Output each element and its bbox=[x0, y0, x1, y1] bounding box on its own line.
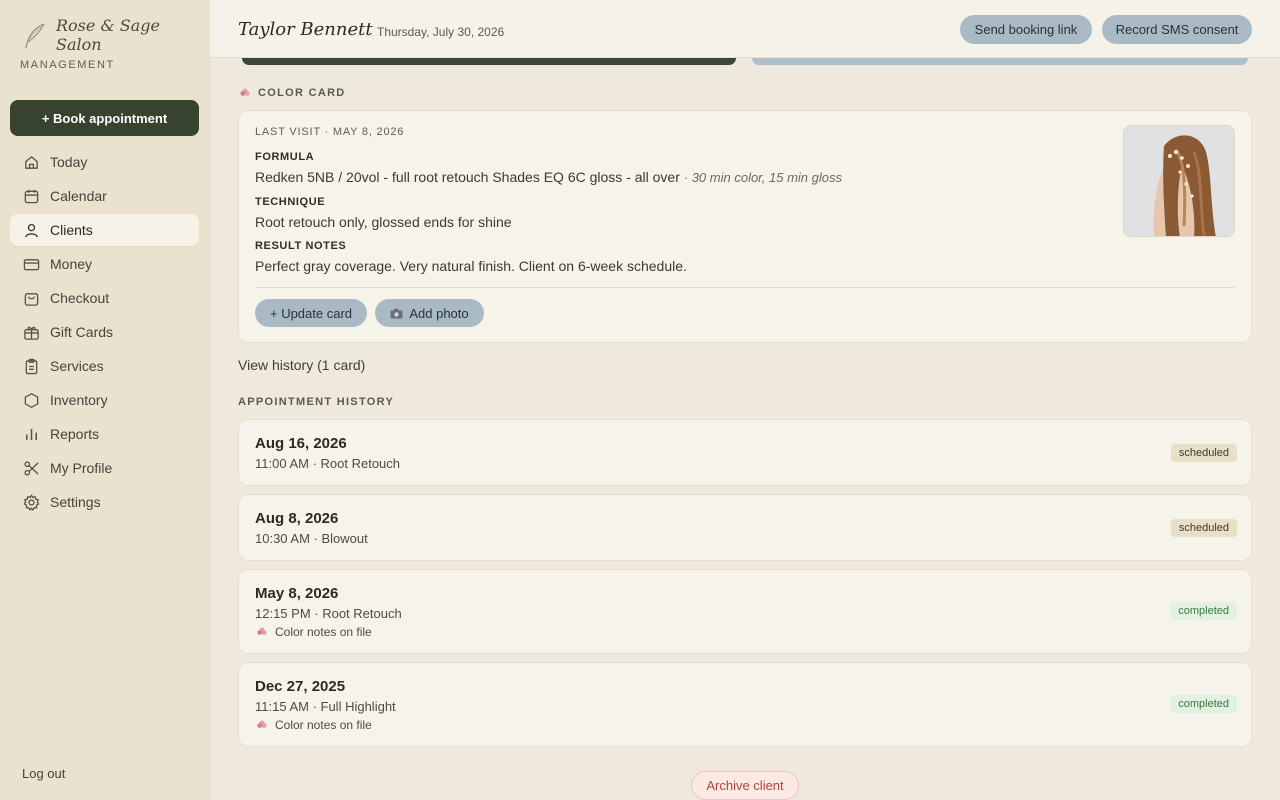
add-photo-button[interactable]: Add photo bbox=[375, 299, 484, 327]
color-notes-label: Color notes on file bbox=[275, 625, 372, 639]
formula-heading: FORMULA bbox=[255, 151, 315, 163]
color-notes-indicator: Color notes on file bbox=[255, 625, 372, 639]
current-date: Thursday, July 30, 2026 bbox=[377, 25, 505, 39]
page-title: Taylor Bennett bbox=[238, 19, 373, 40]
sidebar-item-clients[interactable]: Clients bbox=[10, 214, 199, 246]
logout-link[interactable]: Log out bbox=[22, 766, 65, 781]
send-booking-link-button[interactable]: Send booking link bbox=[960, 15, 1092, 44]
sidebar-item-label: Today bbox=[50, 154, 88, 170]
sidebar-item-settings[interactable]: Settings bbox=[10, 486, 199, 518]
scissors-icon bbox=[22, 459, 40, 477]
sidebar-item-label: Money bbox=[50, 256, 93, 272]
sidebar-item-inventory[interactable]: Inventory bbox=[10, 384, 199, 416]
book-appointment-button[interactable]: + Book appointment bbox=[10, 100, 199, 136]
list-item[interactable]: Dec 27, 2025 11:15 AM · Full Highlight C… bbox=[238, 662, 1252, 747]
color-card-section-title: COLOR CARD bbox=[258, 87, 346, 99]
appointment-date: Dec 27, 2025 bbox=[255, 678, 346, 695]
sidebar-item-calendar[interactable]: Calendar bbox=[10, 180, 199, 212]
status-badge: scheduled bbox=[1170, 519, 1237, 537]
appointment-date: Aug 8, 2026 bbox=[255, 510, 339, 527]
appointment-detail: 11:15 AM · Full Highlight bbox=[255, 699, 396, 714]
view-history-link[interactable]: View history (1 card) bbox=[238, 357, 365, 373]
flower-icon bbox=[257, 720, 267, 728]
sidebar-item-money[interactable]: Money bbox=[10, 248, 199, 280]
sidebar-item-my-profile[interactable]: My Profile bbox=[10, 452, 199, 484]
sidebar-item-reports[interactable]: Reports bbox=[10, 418, 199, 450]
sidebar-item-services[interactable]: Services bbox=[10, 350, 199, 382]
calendar-icon bbox=[22, 187, 40, 205]
archive-client-button[interactable]: Archive client bbox=[691, 771, 799, 800]
appointment-date: May 8, 2026 bbox=[255, 585, 339, 602]
color-notes-label: Color notes on file bbox=[275, 718, 372, 732]
page-header: Taylor Bennett Thursday, July 30, 2026 S… bbox=[210, 0, 1280, 58]
sidebar-item-label: Reports bbox=[50, 426, 100, 442]
result-notes-heading: RESULT NOTES bbox=[255, 240, 347, 252]
formula-value: Redken 5NB / 20vol - full root retouch S… bbox=[255, 169, 842, 185]
status-badge: scheduled bbox=[1170, 444, 1237, 462]
appointment-date: Aug 16, 2026 bbox=[255, 435, 347, 452]
sidebar-item-gift-cards[interactable]: Gift Cards bbox=[10, 316, 199, 348]
sidebar-item-label: Services bbox=[50, 358, 104, 374]
box-icon bbox=[22, 391, 40, 409]
sidebar-item-checkout[interactable]: Checkout bbox=[10, 282, 199, 314]
clipboard-icon bbox=[22, 357, 40, 375]
color-card: LAST VISIT · MAY 8, 2026 FORMULA Redken … bbox=[238, 110, 1252, 343]
brand-subtitle: MANAGEMENT bbox=[20, 59, 115, 71]
technique-value: Root retouch only, glossed ends for shin… bbox=[255, 214, 512, 230]
last-visit: LAST VISIT · MAY 8, 2026 bbox=[255, 126, 405, 138]
bag-icon bbox=[22, 289, 40, 307]
sidebar-item-label: Settings bbox=[50, 494, 101, 510]
technique-heading: TECHNIQUE bbox=[255, 196, 326, 208]
sidebar-item-label: My Profile bbox=[50, 460, 113, 476]
sidebar-item-today[interactable]: Today bbox=[10, 146, 199, 178]
card-icon bbox=[22, 255, 40, 273]
bar-chart-icon bbox=[22, 425, 40, 443]
update-card-button[interactable]: + Update card bbox=[255, 299, 367, 327]
sidebar-item-label: Clients bbox=[50, 222, 93, 238]
list-item[interactable]: Aug 16, 2026 11:00 AM · Root Retouch sch… bbox=[238, 419, 1252, 486]
sidebar-item-label: Gift Cards bbox=[50, 324, 114, 340]
gift-icon bbox=[22, 323, 40, 341]
sidebar-item-label: Inventory bbox=[50, 392, 108, 408]
record-sms-consent-button[interactable]: Record SMS consent bbox=[1102, 15, 1252, 44]
appointment-detail: 12:15 PM · Root Retouch bbox=[255, 606, 402, 621]
result-notes-value: Perfect gray coverage. Very natural fini… bbox=[255, 258, 687, 274]
formula-timing: · 30 min color, 15 min gloss bbox=[683, 170, 842, 185]
appointment-detail: 10:30 AM · Blowout bbox=[255, 531, 368, 546]
list-item[interactable]: May 8, 2026 12:15 PM · Root Retouch Colo… bbox=[238, 569, 1252, 654]
sidebar: Rose & Sage Salon MANAGEMENT + Book appo… bbox=[0, 0, 210, 800]
list-item[interactable]: Aug 8, 2026 10:30 AM · Blowout scheduled bbox=[238, 494, 1252, 561]
brand-name: Rose & Sage Salon bbox=[56, 16, 160, 54]
feather-logo-icon bbox=[25, 23, 45, 49]
divider bbox=[255, 287, 1235, 288]
sidebar-item-label: Calendar bbox=[50, 188, 107, 204]
flower-icon bbox=[257, 627, 267, 635]
add-photo-label: Add photo bbox=[409, 305, 469, 321]
home-icon bbox=[22, 153, 40, 171]
status-badge: completed bbox=[1170, 602, 1237, 620]
formula-text: Redken 5NB / 20vol - full root retouch S… bbox=[255, 169, 680, 185]
user-icon bbox=[22, 221, 40, 239]
flower-icon bbox=[240, 88, 250, 96]
scrolled-action-card-right bbox=[752, 58, 1248, 65]
appointment-history-title: APPOINTMENT HISTORY bbox=[238, 396, 395, 408]
sidebar-nav: Today Calendar Clients Money Checkout Gi… bbox=[10, 146, 199, 520]
gear-icon bbox=[22, 493, 40, 511]
scrolled-action-card-left bbox=[242, 58, 736, 65]
sidebar-item-label: Checkout bbox=[50, 290, 110, 306]
camera-icon bbox=[390, 308, 403, 318]
appointment-detail: 11:00 AM · Root Retouch bbox=[255, 456, 401, 471]
color-notes-indicator: Color notes on file bbox=[255, 718, 372, 732]
hair-photo-thumbnail[interactable] bbox=[1123, 125, 1235, 237]
status-badge: completed bbox=[1170, 695, 1237, 713]
